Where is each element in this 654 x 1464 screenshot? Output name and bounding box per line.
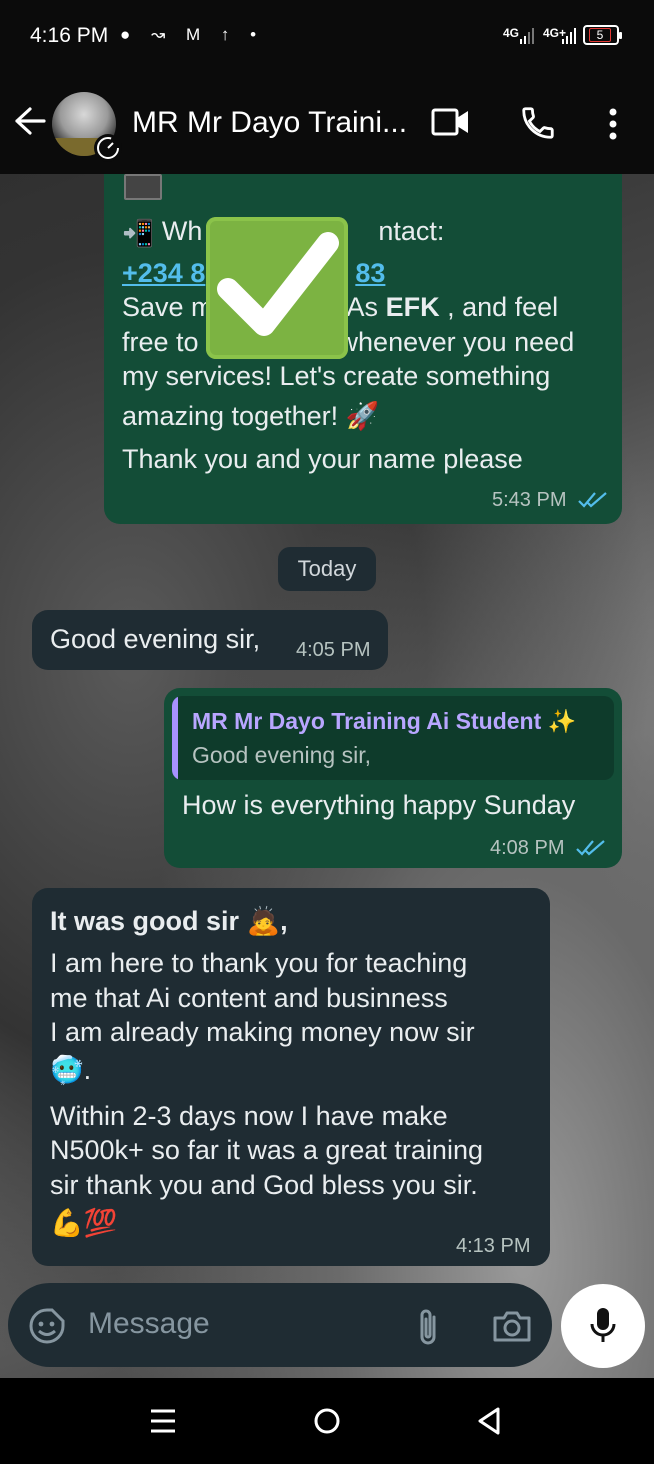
- quoted-text: Good evening sir,: [192, 742, 372, 768]
- signal-icon: [520, 28, 534, 44]
- phone-link[interactable]: +234 8: [122, 258, 205, 288]
- bold-text: EFK: [385, 292, 440, 322]
- phone-link-end[interactable]: 83: [355, 258, 385, 288]
- battery-icon: 5: [583, 25, 622, 45]
- message-bubble-outgoing[interactable]: 📲 Wh ntact: +234 8 83 Save m As EFK , and f…: [104, 174, 622, 524]
- message-time: 4:08 PM: [490, 837, 565, 859]
- message-time: 4:13 PM: [456, 1235, 531, 1257]
- message-line: I am already making money now sir: [50, 1017, 475, 1047]
- read-ticks-icon: [576, 840, 605, 856]
- status-time: 4:16 PM: [30, 24, 109, 47]
- back-nav-icon[interactable]: [476, 1406, 502, 1436]
- message-bubble-incoming[interactable]: Good evening sir, 4:05 PM: [32, 610, 388, 670]
- recent-apps-icon[interactable]: [150, 1408, 176, 1434]
- back-arrow-icon[interactable]: [14, 106, 46, 136]
- video-call-icon[interactable]: [431, 106, 471, 138]
- message-bubble-outgoing[interactable]: MR Mr Dayo Training Ai Student ✨ Good ev…: [164, 688, 622, 868]
- attach-icon[interactable]: [414, 1307, 442, 1347]
- message-text: How is everything happy Sunday: [182, 790, 576, 820]
- home-icon[interactable]: [312, 1406, 342, 1436]
- message-input[interactable]: Message: [88, 1307, 210, 1341]
- notification-icons: ● ↝ M ↑ •: [120, 25, 265, 44]
- battery-level: 5: [589, 28, 611, 42]
- message-line: me that Ai content and businness: [50, 983, 448, 1013]
- mobile-phone-icon: 📲: [122, 217, 155, 248]
- chat-background: 📲 Wh ntact: +234 8 83 Save m As EFK , and f…: [0, 174, 654, 1378]
- text-fragment: As: [346, 292, 386, 322]
- camera-icon[interactable]: [492, 1309, 532, 1343]
- status-timer-icon: [94, 134, 122, 162]
- message-emoji-line: 💪💯: [50, 1208, 118, 1238]
- message-bubble-incoming[interactable]: It was good sir 🙇, I am here to thank yo…: [32, 888, 550, 1266]
- message-text: Good evening sir,: [50, 624, 261, 654]
- message-line: I am here to thank you for teaching: [50, 948, 468, 978]
- chat-header: MR Mr Dayo Traini...: [0, 72, 654, 174]
- signal-icon-2: [562, 28, 576, 44]
- message-input-bar[interactable]: Message: [8, 1283, 552, 1367]
- text-fragment: free to: [122, 327, 199, 357]
- chat-title[interactable]: MR Mr Dayo Traini...: [132, 106, 412, 140]
- more-vert-icon[interactable]: [606, 108, 620, 140]
- message-line: Thank you and your name please: [122, 444, 523, 474]
- text-fragment: ntact:: [378, 216, 445, 246]
- message-time: 4:05 PM: [296, 639, 371, 661]
- phone-icon[interactable]: [519, 104, 557, 142]
- system-nav-bar: [0, 1378, 654, 1464]
- text-fragment: , and feel: [439, 292, 559, 322]
- text-fragment: Wh: [161, 216, 203, 246]
- message-line: 🥶.: [50, 1055, 92, 1085]
- message-line: sir thank you and God bless you sir.: [50, 1170, 478, 1200]
- voice-message-button[interactable]: [561, 1284, 645, 1368]
- status-bar: 4:16 PM ● ↝ M ↑ • 4G 4G+ 5: [0, 0, 654, 72]
- message-line: N500k+ so far it was a great training: [50, 1135, 483, 1165]
- check-mark-emoji-icon: [206, 217, 348, 359]
- date-separator: Today: [278, 547, 376, 591]
- message-line-bold: It was good sir 🙇,: [50, 906, 288, 936]
- message-line: my services! Let's create something: [122, 361, 551, 391]
- laptop-icon: [124, 174, 162, 200]
- quoted-message[interactable]: MR Mr Dayo Training Ai Student ✨ Good ev…: [172, 696, 614, 780]
- network-label-1: 4G: [503, 26, 520, 40]
- message-line: Within 2-3 days now I have make: [50, 1101, 448, 1131]
- quoted-sender: MR Mr Dayo Training Ai Student ✨: [192, 708, 577, 734]
- text-fragment: whenever you need: [338, 327, 575, 357]
- sticker-icon[interactable]: [28, 1307, 66, 1345]
- microphone-icon: [590, 1308, 616, 1342]
- read-ticks-icon: [578, 492, 607, 508]
- message-time: 5:43 PM: [492, 489, 567, 511]
- text-fragment: Save m: [122, 292, 214, 322]
- message-line: amazing together! 🚀: [122, 401, 380, 431]
- quote-accent-bar: [172, 696, 178, 780]
